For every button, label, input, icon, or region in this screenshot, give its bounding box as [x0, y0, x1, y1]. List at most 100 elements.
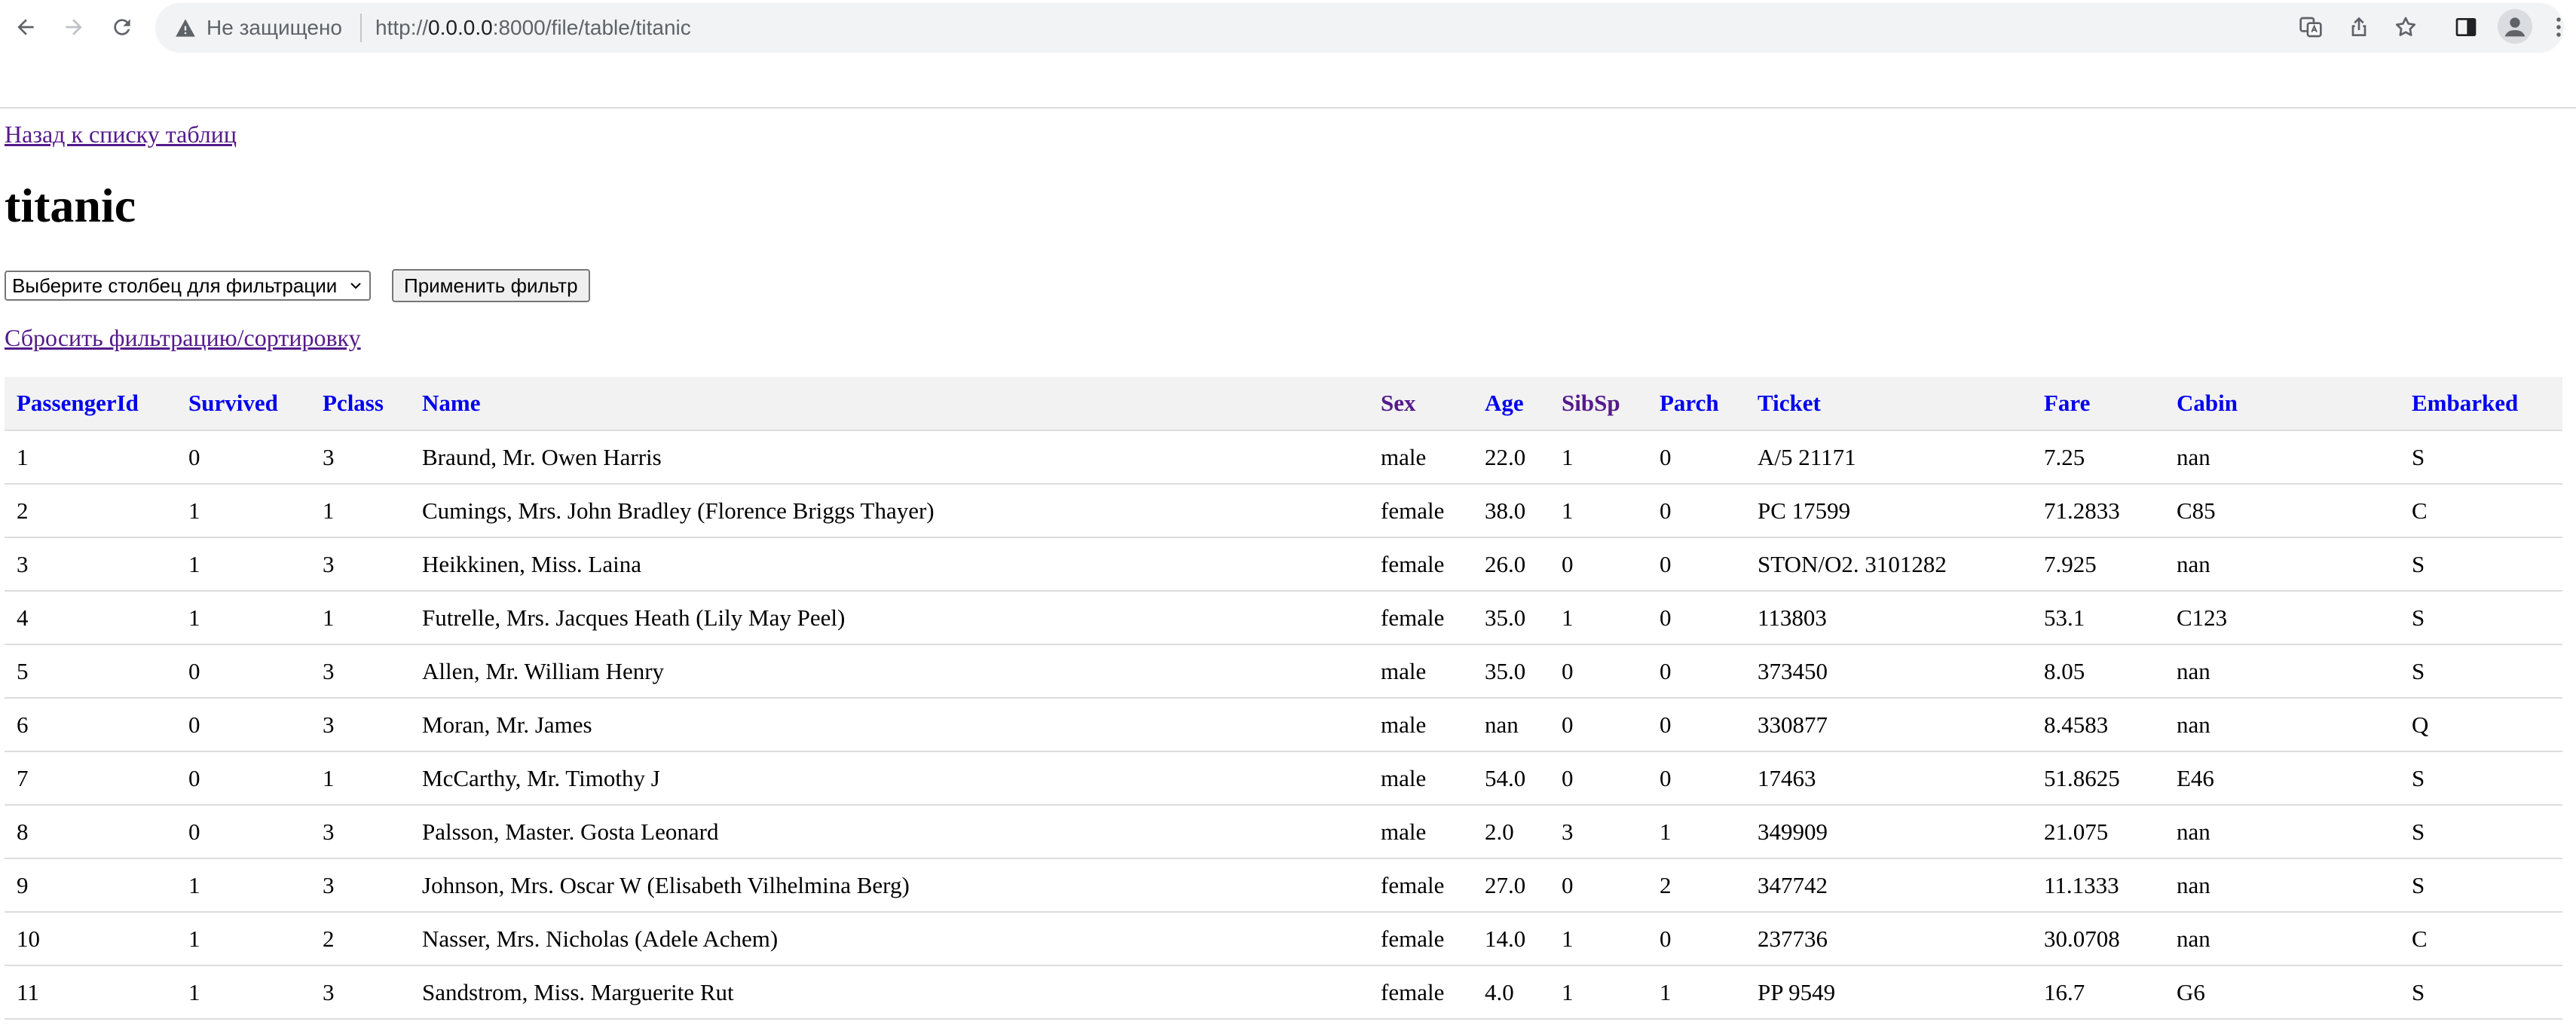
cell-name: Palsson, Master. Gosta Leonard	[410, 805, 1369, 859]
column-header-name: Name	[410, 377, 1369, 431]
url-text[interactable]: http://0.0.0.0:8000/file/table/titanic	[375, 16, 691, 40]
cell-ticket: 330877	[1745, 698, 2032, 752]
side-panel-button[interactable]	[2449, 11, 2483, 44]
column-header-ticket: Ticket	[1745, 377, 2032, 431]
column-header-passengerid: PassengerId	[5, 377, 176, 431]
sort-link-sibsp[interactable]: SibSp	[1562, 390, 1620, 416]
cell-passengerid: 5	[5, 644, 176, 699]
cell-pclass: 3	[311, 698, 410, 752]
url-host: 0.0.0.0	[428, 16, 493, 39]
cell-passengerid: 10	[5, 912, 176, 966]
cell-survived: 0	[176, 751, 311, 806]
table-row: 6 0 3 Moran, Mr. James male nan 0 0 330877 8.4583…	[5, 698, 2562, 752]
cell-passengerid: 3	[5, 537, 176, 592]
cell-survived: 1	[176, 858, 311, 913]
cell-embarked: S	[2400, 430, 2562, 485]
chevron-down-icon	[350, 283, 361, 289]
table-row: 4 1 1 Futrelle, Mrs. Jacques Heath (Lily Ma…	[5, 591, 2562, 645]
sort-link-embarked[interactable]: Embarked	[2412, 390, 2518, 416]
cell-pclass: 1	[311, 751, 410, 806]
cell-passengerid: 9	[5, 858, 176, 913]
cell-parch: 0	[1647, 912, 1745, 966]
cell-fare: 16.7	[2032, 965, 2165, 1020]
cell-embarked: S	[2400, 858, 2562, 913]
cell-passengerid: 2	[5, 484, 176, 538]
table-row: 5 0 3 Allen, Mr. William Henry male 35.0 0 0 373…	[5, 644, 2562, 699]
cell-sex: male	[1369, 430, 1473, 485]
cell-sex: female	[1369, 912, 1473, 966]
cell-ticket: 349909	[1745, 805, 2032, 859]
cell-survived: 0	[176, 430, 311, 485]
cell-fare: 7.925	[2032, 537, 2165, 592]
cell-cabin: nan	[2165, 430, 2400, 485]
cell-pclass: 2	[311, 912, 410, 966]
cell-sibsp: 0	[1550, 751, 1647, 806]
cell-age: 14.0	[1473, 912, 1550, 966]
profile-button[interactable]	[2498, 9, 2532, 44]
cell-age: 26.0	[1473, 537, 1550, 592]
cell-embarked: S	[2400, 591, 2562, 645]
sort-link-cabin[interactable]: Cabin	[2177, 390, 2238, 416]
table-row: 3 1 3 Heikkinen, Miss. Laina female 26.0 0 0 STO…	[5, 537, 2562, 592]
cell-parch: 2	[1647, 858, 1745, 913]
column-header-survived: Survived	[176, 377, 311, 431]
column-header-fare: Fare	[2032, 377, 2165, 431]
browser-toolbar: Не защищено http://0.0.0.0:8000/file/tab…	[0, 0, 2576, 109]
share-icon	[2351, 17, 2366, 36]
forward-button[interactable]	[57, 11, 90, 44]
cell-pclass: 3	[311, 858, 410, 913]
bookmark-button[interactable]	[2389, 11, 2422, 44]
sort-link-fare[interactable]: Fare	[2044, 390, 2090, 416]
apply-filter-button[interactable]: Применить фильтр	[392, 269, 590, 302]
cell-age: 38.0	[1473, 484, 1550, 538]
sort-link-parch[interactable]: Parch	[1660, 390, 1719, 416]
filter-column-select[interactable]: Выберите столбец для фильтрации	[5, 271, 371, 301]
cell-cabin: nan	[2165, 537, 2400, 592]
cell-sibsp: 0	[1550, 858, 1647, 913]
cell-survived: 1	[176, 912, 311, 966]
cell-fare: 8.4583	[2032, 698, 2165, 752]
cell-embarked: Q	[2400, 698, 2562, 752]
cell-cabin: nan	[2165, 805, 2400, 859]
cell-parch: 0	[1647, 644, 1745, 699]
cell-age: 2.0	[1473, 805, 1550, 859]
cell-parch: 0	[1647, 537, 1745, 592]
sort-link-survived[interactable]: Survived	[188, 390, 278, 416]
share-button[interactable]	[2342, 11, 2376, 44]
cell-name: Moran, Mr. James	[410, 698, 1369, 752]
back-to-tables-link[interactable]: Назад к списку таблиц	[5, 121, 237, 148]
cell-sex: male	[1369, 751, 1473, 806]
reload-icon	[114, 19, 130, 35]
cell-passengerid: 7	[5, 751, 176, 806]
sort-link-pclass[interactable]: Pclass	[323, 390, 384, 416]
cell-cabin: G6	[2165, 965, 2400, 1020]
translate-button[interactable]	[2294, 11, 2327, 44]
security-label[interactable]: Не защищено	[207, 16, 342, 40]
cell-passengerid: 6	[5, 698, 176, 752]
sort-link-sex[interactable]: Sex	[1381, 390, 1416, 416]
reload-button[interactable]	[106, 11, 139, 44]
cell-ticket: A/5 21171	[1745, 430, 2032, 485]
reset-filter-link[interactable]: Сбросить фильтрацию/сортировку	[5, 324, 361, 352]
address-bar[interactable]: Не защищено http://0.0.0.0:8000/file/tab…	[155, 3, 2564, 53]
cell-ticket: PP 9549	[1745, 965, 2032, 1020]
browser-menu-button[interactable]	[2547, 11, 2570, 44]
back-button[interactable]	[9, 11, 42, 44]
sort-link-passengerid[interactable]: PassengerId	[17, 390, 139, 416]
sort-link-ticket[interactable]: Ticket	[1758, 390, 1821, 416]
table-row: 8 0 3 Palsson, Master. Gosta Leonard male 2.0…	[5, 805, 2562, 859]
cell-age: 27.0	[1473, 858, 1550, 913]
arrow-right-icon	[66, 19, 82, 35]
cell-sex: female	[1369, 484, 1473, 538]
cell-sex: male	[1369, 805, 1473, 859]
sort-link-name[interactable]: Name	[422, 390, 480, 416]
cell-ticket: 237736	[1745, 912, 2032, 966]
cell-age: 54.0	[1473, 751, 1550, 806]
cell-fare: 71.2833	[2032, 484, 2165, 538]
cell-embarked: C	[2400, 484, 2562, 538]
sort-link-age[interactable]: Age	[1485, 390, 1524, 416]
cell-passengerid: 11	[5, 965, 176, 1020]
cell-embarked: S	[2400, 965, 2562, 1020]
table-row: 2 1 1 Cumings, Mrs. John Bradley (Florence …	[5, 484, 2562, 538]
cell-sibsp: 1	[1550, 965, 1647, 1020]
